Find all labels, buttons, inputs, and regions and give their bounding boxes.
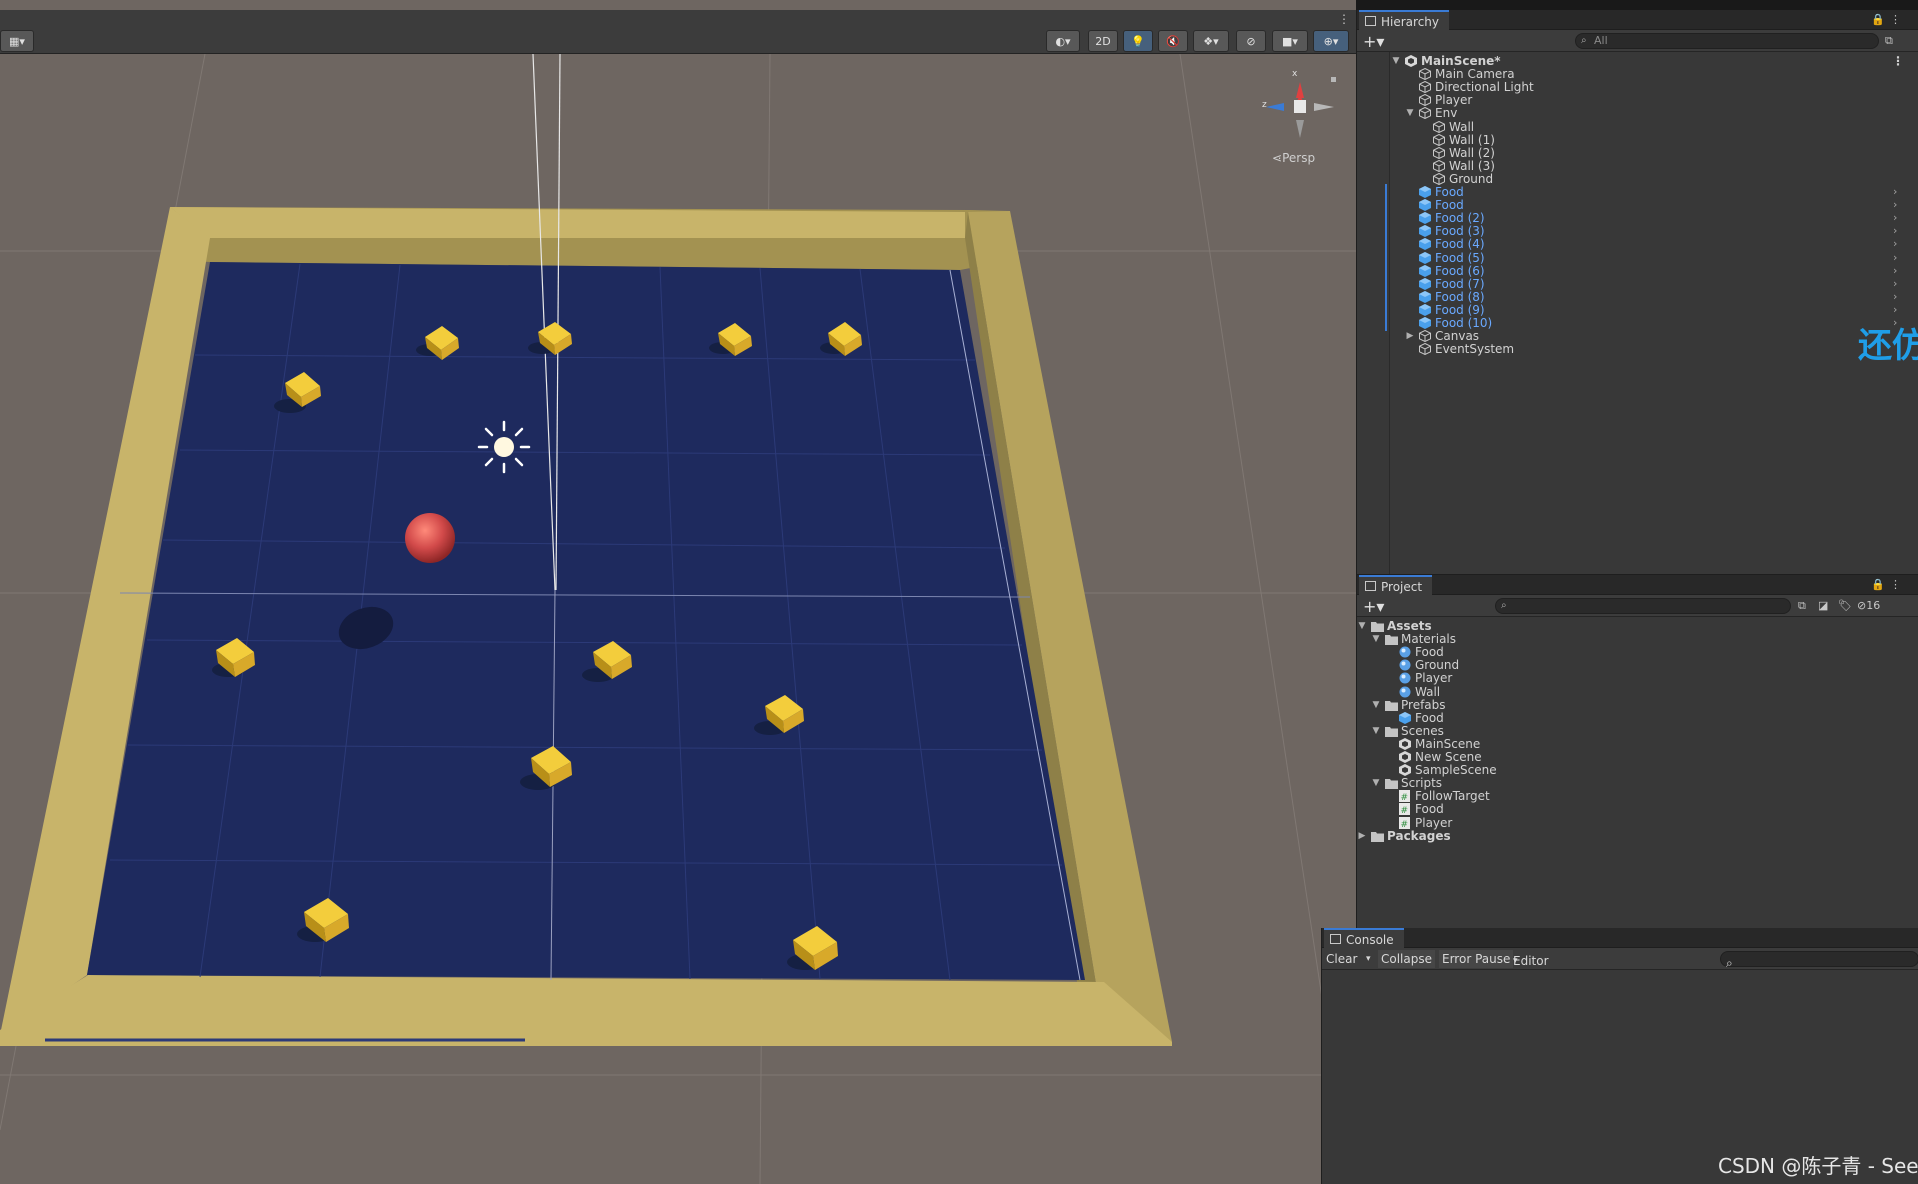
hierarchy-search-input[interactable]: ⌕ All [1575, 33, 1879, 49]
hierarchy-tab[interactable]: Hierarchy [1359, 10, 1450, 30]
create-asset-dropdown[interactable]: +▾ [1363, 597, 1384, 616]
scene-viewport[interactable] [0, 54, 1356, 1184]
lighting-toggle[interactable]: 💡 [1123, 30, 1153, 52]
hierarchy-header: Hierarchy 🔒 ⋮ [1357, 10, 1918, 30]
scene-grid-toggle[interactable]: ▦▾ [0, 30, 34, 52]
console-tab[interactable]: Console [1324, 928, 1404, 948]
shading-mode-dropdown[interactable]: ◐▾ [1046, 30, 1080, 52]
gizmos-dropdown[interactable]: ⊕▾ [1313, 30, 1349, 52]
audio-toggle[interactable]: 🔇 [1158, 30, 1188, 52]
unity-editor: ▦▾ ◐▾ 2D 💡 🔇 ❖▾ ⊘ ■▾ ⊕▾ ⋮ x z ⋖Persp Hie… [0, 0, 1918, 1184]
wall-bottom[interactable] [0, 975, 1172, 1046]
folder-icon [1365, 581, 1376, 591]
scene-orientation-gizmo[interactable] [1266, 77, 1336, 138]
directional-light-icon[interactable] [477, 420, 531, 474]
collapse-arrow-icon[interactable]: ▶ [1357, 828, 1367, 844]
eye-slash-icon: ⊘ [1246, 34, 1256, 48]
console-toolbar: Clear ▾ Collapse Error Pause Editor ▾ ⌕ [1322, 948, 1918, 970]
project-panel: Project 🔒 ⋮ +▾ ⌕ ⧉ ◪ 🏷 ⊘16 ▼ Assets ▼ Mater… [1356, 574, 1918, 928]
grid-icon: ▦▾ [9, 34, 25, 48]
effects-dropdown[interactable]: ❖▾ [1193, 30, 1229, 52]
project-tab[interactable]: Project [1359, 575, 1433, 595]
search-filter-icon[interactable]: ⧉ [1885, 34, 1893, 48]
toggle-2d-button[interactable]: 2D [1088, 30, 1118, 52]
console-editor-dropdown[interactable]: Editor ▾ [1513, 950, 1549, 968]
scene-visibility-toggle[interactable]: ⊘ [1236, 30, 1266, 52]
hierarchy-item-label: EventSystem [1435, 342, 1515, 357]
lightbulb-icon: 💡 [1131, 34, 1145, 48]
project-item-packages[interactable]: ▶ Packages [1357, 828, 1918, 844]
console-panel: Console Clear ▾ Collapse Error Pause Edi… [1321, 928, 1918, 1184]
player-sphere[interactable] [405, 513, 455, 563]
overlay-text: 还仿 [1858, 326, 1918, 366]
search-filter-icon[interactable]: ⧉ [1798, 599, 1806, 613]
label-tag-icon[interactable]: 🏷 [1838, 599, 1852, 612]
console-clear-button[interactable]: Clear [1326, 950, 1357, 968]
eye-slash-icon: ⊘ [1857, 599, 1867, 612]
projection-toggle[interactable]: ⋖Persp [1272, 151, 1315, 165]
search-icon: ⌕ [1581, 35, 1587, 46]
console-search-input[interactable]: ⌕ [1720, 951, 1918, 970]
more-options-icon[interactable]: ⋮ [1890, 13, 1901, 26]
console-header: Console [1322, 928, 1918, 948]
persp-icon: ⋖ [1272, 151, 1283, 165]
clear-options-dropdown[interactable]: ▾ [1366, 950, 1371, 968]
console-icon [1330, 934, 1341, 944]
gizmo-icon: ⊕▾ [1323, 34, 1339, 48]
ground-plane[interactable] [87, 262, 1085, 980]
camera-dropdown[interactable]: ■▾ [1272, 30, 1308, 52]
project-search-input[interactable]: ⌕ [1495, 598, 1791, 614]
scene-view[interactable]: ▦▾ ◐▾ 2D 💡 🔇 ❖▾ ⊘ ■▾ ⊕▾ ⋮ x z ⋖Persp [0, 0, 1356, 1184]
speaker-icon: 🔇 [1166, 34, 1180, 48]
create-dropdown-button[interactable]: +▾ [1363, 32, 1384, 51]
console-error-pause-button[interactable]: Error Pause [1439, 950, 1514, 968]
more-options-icon[interactable]: ⋮ [1890, 578, 1901, 591]
hierarchy-panel: Hierarchy 🔒 ⋮ +▾ ⌕ All ⧉ ▼ MainScene* ⋮ Main… [1356, 10, 1918, 574]
project-item-label: Packages [1387, 828, 1451, 843]
console-collapse-button[interactable]: Collapse [1378, 950, 1435, 968]
hidden-packages-toggle[interactable]: ⊘16 [1857, 599, 1880, 612]
watermark-text: CSDN @陈子青 - See [1718, 1154, 1918, 1178]
hierarchy-item-eventsystem[interactable]: EventSystem [1357, 341, 1918, 357]
gizmo-z-label: z [1262, 100, 1267, 110]
hierarchy-toolbar: +▾ ⌕ All ⧉ [1357, 30, 1918, 52]
filter-type-icon[interactable]: ◪ [1818, 599, 1828, 612]
lock-icon[interactable]: 🔒 [1871, 13, 1885, 26]
wall-top-face [170, 207, 965, 238]
project-header: Project 🔒 ⋮ [1357, 575, 1918, 595]
camera-icon: ■▾ [1282, 34, 1298, 48]
folder-icon [1371, 830, 1384, 842]
scene-toolbar: ▦▾ ◐▾ 2D 💡 🔇 ❖▾ ⊘ ■▾ ⊕▾ ⋮ [0, 10, 1356, 54]
list-icon [1365, 16, 1376, 26]
search-icon: ⌕ [1501, 600, 1507, 611]
more-options-icon[interactable]: ⋮ [1338, 12, 1350, 26]
search-icon: ⌕ [1726, 956, 1733, 970]
gizmo-x-label: x [1292, 69, 1298, 79]
gameobject-icon [1419, 343, 1431, 356]
project-toolbar: +▾ ⌕ ⧉ ◪ 🏷 ⊘16 [1357, 595, 1918, 617]
lock-icon[interactable]: 🔒 [1871, 578, 1885, 591]
shading-icon: ◐▾ [1055, 34, 1071, 48]
effects-icon: ❖▾ [1203, 34, 1219, 48]
